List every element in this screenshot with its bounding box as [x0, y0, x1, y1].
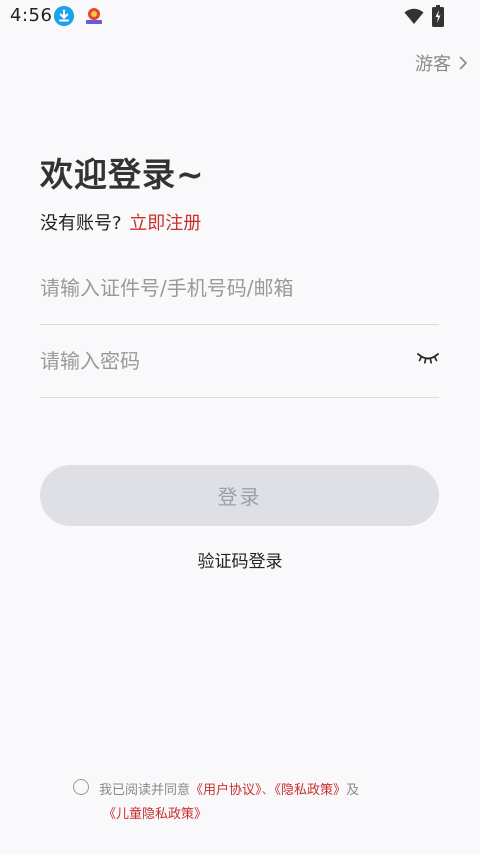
password-input[interactable]: [40, 325, 439, 397]
privacy-policy-link[interactable]: 《隐私政策》: [275, 783, 347, 798]
account-input[interactable]: [40, 252, 439, 324]
page-title: 欢迎登录~: [40, 155, 205, 194]
guest-login-link[interactable]: 游客: [415, 50, 468, 76]
register-link[interactable]: 立即注册: [129, 213, 201, 234]
password-field-wrapper: [40, 325, 439, 398]
login-button[interactable]: 登录: [40, 465, 439, 526]
app-notification-icon: [84, 6, 104, 26]
agreement-prefix: 我已阅读并同意: [99, 783, 191, 798]
eye-closed-icon[interactable]: [417, 351, 439, 365]
children-privacy-policy-link[interactable]: 《儿童隐私政策》: [103, 803, 207, 822]
user-agreement-link[interactable]: 《用户协议》: [190, 783, 262, 798]
wifi-icon: [404, 7, 424, 25]
download-icon: [54, 6, 74, 26]
sms-code-login-link[interactable]: 验证码登录: [0, 547, 480, 572]
chevron-right-icon: [459, 56, 467, 70]
account-field-wrapper: [40, 252, 439, 325]
status-bar: 4:56: [0, 0, 480, 32]
agreement-and: 及: [346, 783, 360, 798]
guest-label: 游客: [415, 54, 451, 75]
agreement-separator: 、: [261, 783, 275, 798]
no-account-text: 没有账号?: [40, 213, 122, 234]
status-time: 4:56: [10, 5, 53, 26]
agreement-text: 我已阅读并同意《用户协议》、《隐私政策》及: [99, 779, 359, 798]
register-prompt: 没有账号? 立即注册: [40, 209, 201, 235]
agree-radio[interactable]: [73, 779, 89, 795]
battery-charging-icon: [432, 5, 444, 27]
